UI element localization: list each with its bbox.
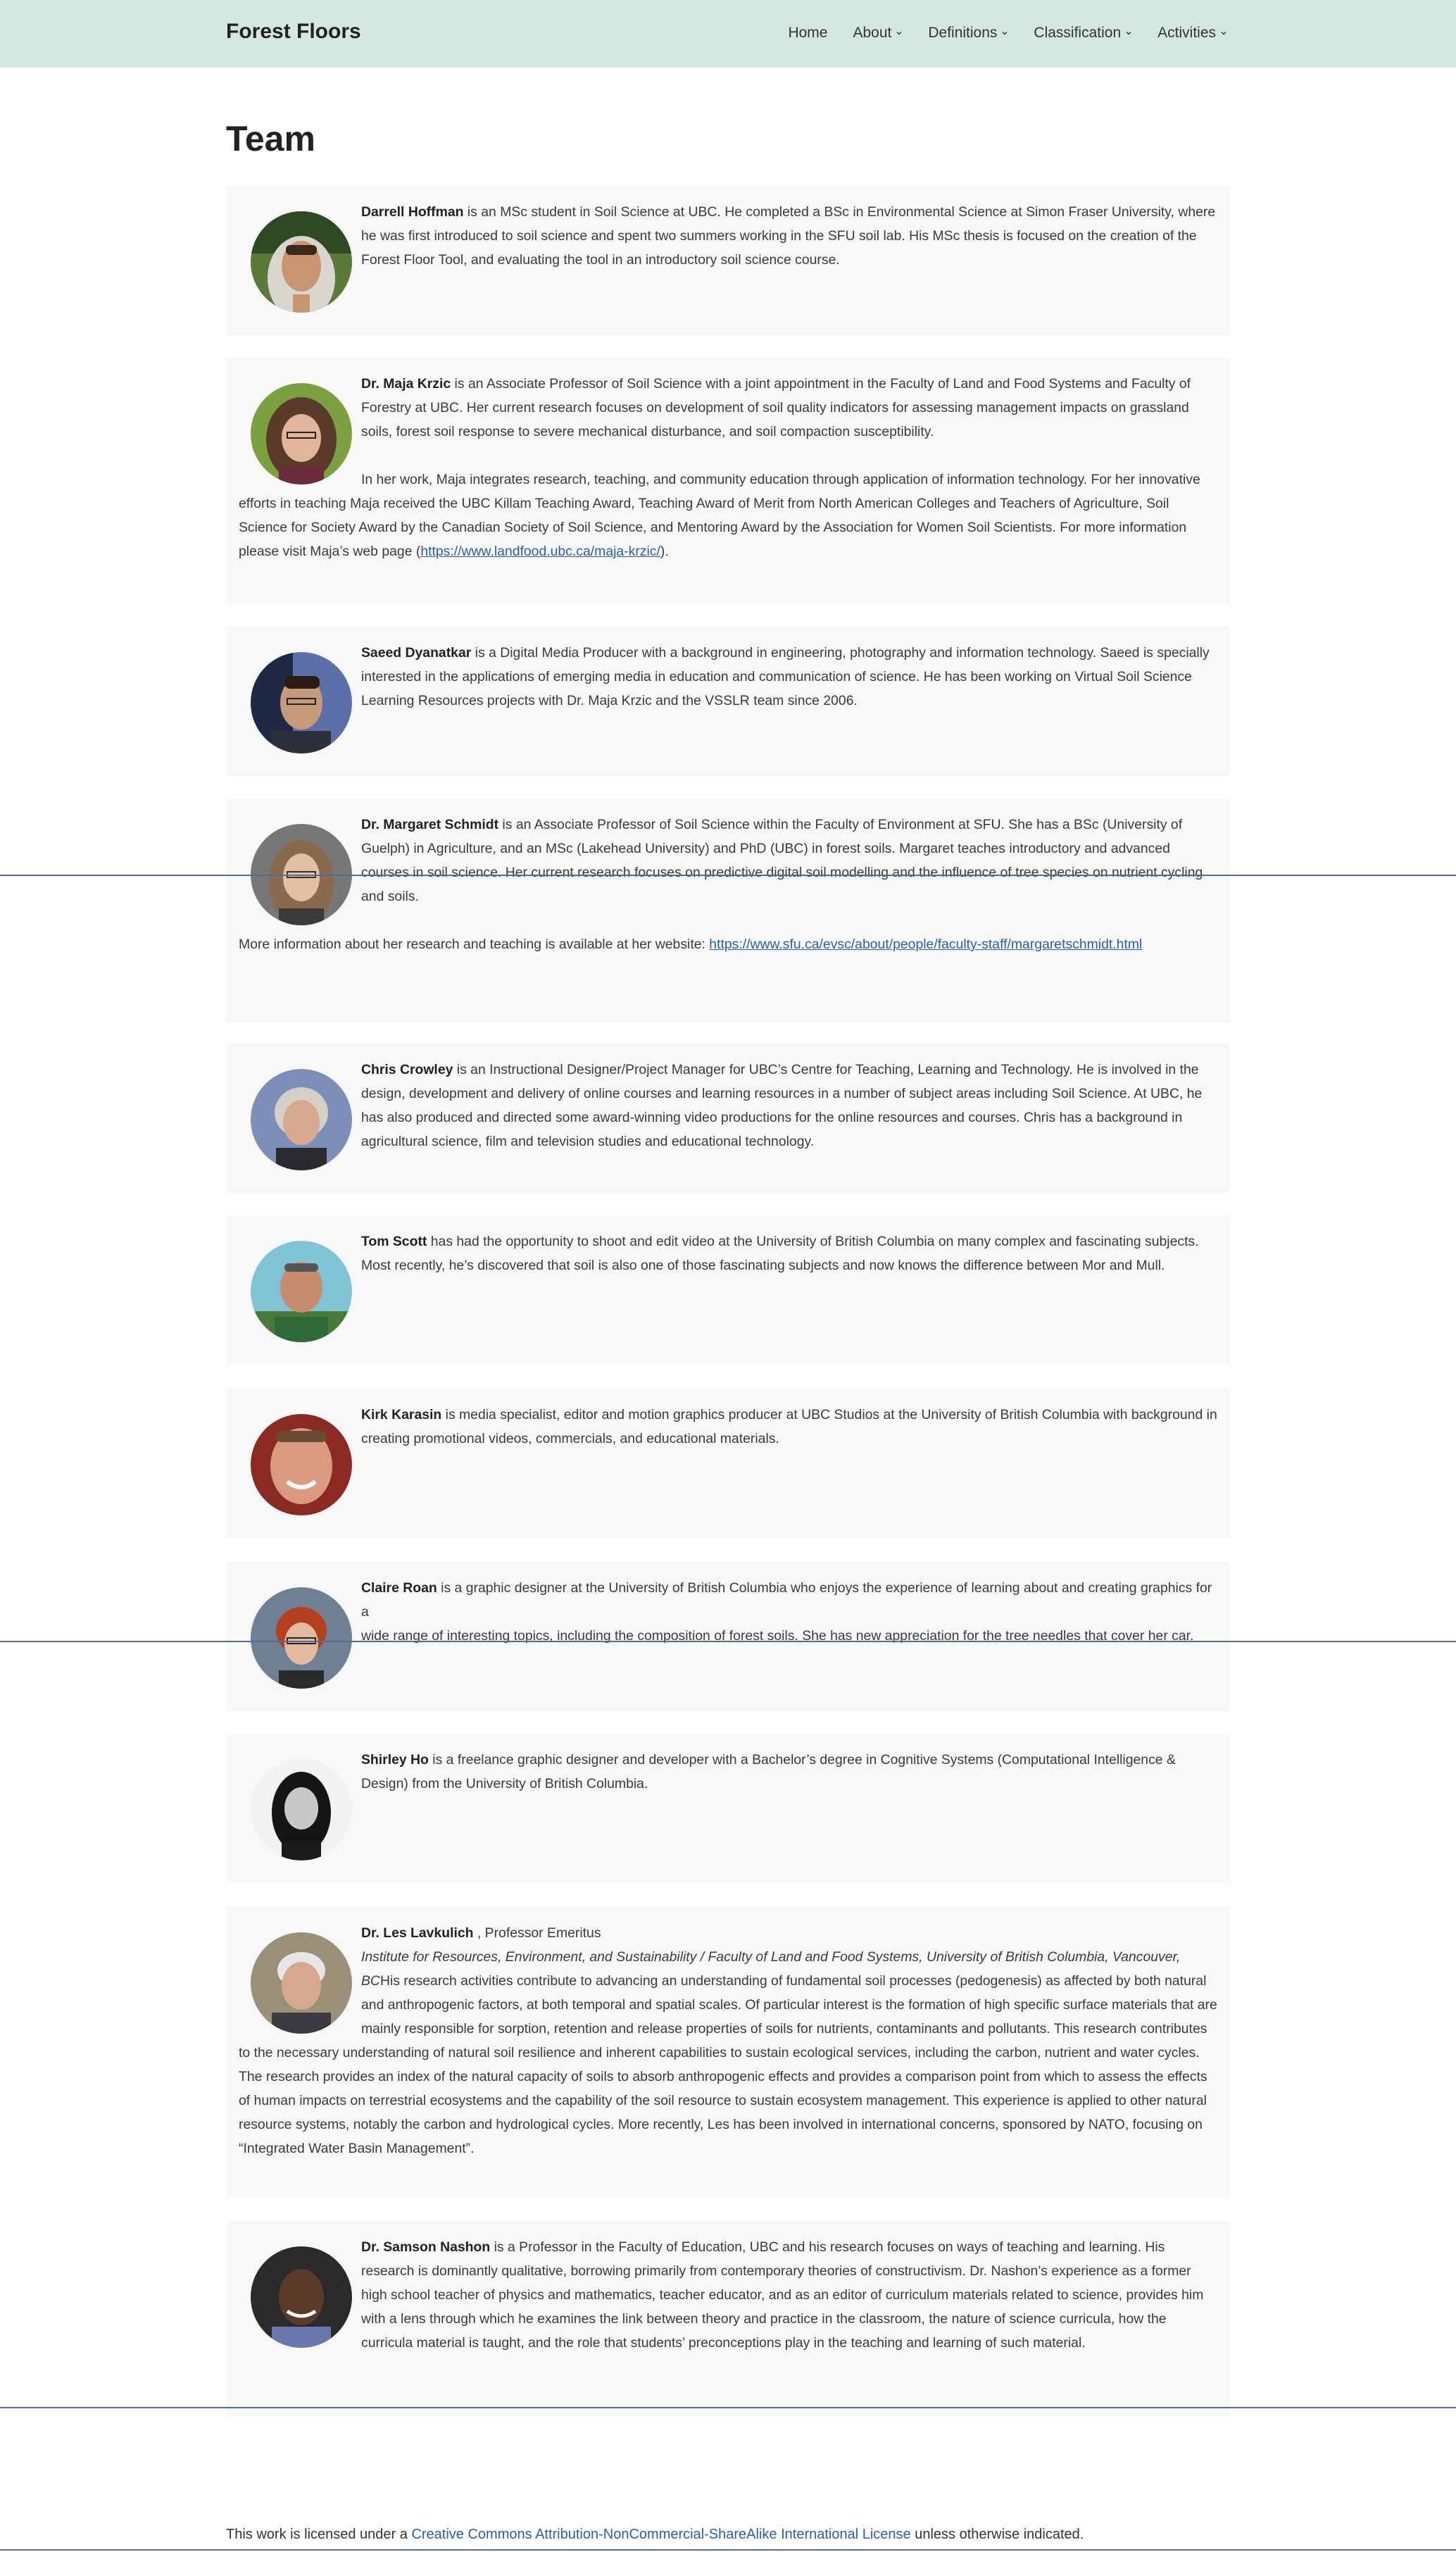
member-bio-text: is a Professor in the Faculty of Educati… [361,2239,1204,2351]
divider-line [0,875,1456,876]
member-bio: Claire Roan is a graphic designer at the… [239,1576,1219,1682]
team-member-card: Dr. Les Lavkulich , Professor Emeritus In… [226,1907,1230,2197]
member-bio: Dr. Les Lavkulich , Professor Emeritus In… [239,1921,1219,2160]
site-title[interactable]: Forest Floors [226,20,361,44]
member-bio-text: is an Instructional Designer/Project Man… [361,1062,1203,1149]
member-bio: Tom Scott has had the opportunity to sho… [239,1230,1219,1335]
nav-about-label: About [853,25,892,41]
member-bio-text: is an Associate Professor of Soil Scienc… [361,376,1191,439]
team-member-card: Dr. Margaret Schmidt is an Associate Pro… [226,799,1230,1022]
main-nav: Home About Definitions Classification Ac… [788,25,1227,42]
member-name: Dr. Margaret Schmidt [361,817,499,832]
member-bio-text: is an MSc student in Soil Science at UBC… [361,204,1216,268]
member-name: Claire Roan [361,1580,437,1596]
member-bio-text: His research activities contribute to ad… [239,1973,1217,2156]
member-bio: Dr. Margaret Schmidt is an Associate Pro… [239,813,1219,956]
nav-activities-label: Activities [1157,25,1216,41]
team-member-card: Tom Scott has had the opportunity to sho… [226,1215,1230,1365]
member-bio-text-2: More information about her research and … [239,937,710,952]
nav-classification[interactable]: Classification [1034,25,1132,42]
site-header: Forest Floors Home About Definitions Cla… [0,0,1456,68]
nav-classification-label: Classification [1034,25,1122,41]
member-title: , Professor Emeritus [473,1925,601,1941]
member-name: Dr. Maja Krzic [361,376,451,392]
member-web-link[interactable]: https://www.sfu.ca/evsc/about/people/fac… [709,937,1142,952]
member-bio: Kirk Karasin is media specialist, editor… [239,1403,1219,1508]
member-bio: Darrell Hoffman is an MSc student in Soi… [239,200,1219,306]
team-member-card: Saeed Dyanatkar is a Digital Media Produ… [226,627,1230,776]
member-bio-text: is media specialist, editor and motion g… [361,1407,1217,1446]
member-web-link[interactable]: https://www.landfood.ubc.ca/maja-krzic/ [420,544,660,559]
member-bio: Shirley Ho is a freelance graphic design… [239,1748,1219,1853]
nav-definitions[interactable]: Definitions [928,25,1008,42]
page-title: Team [226,119,315,158]
nav-definitions-label: Definitions [928,25,998,41]
team-member-card: Dr. Samson Nashon is a Professor in the … [226,2221,1230,2417]
member-bio-text: is a graphic designer at the University … [361,1580,1212,1620]
team-member-card: Darrell Hoffman is an MSc student in Soi… [226,186,1230,335]
member-bio-text: has had the opportunity to shoot and edi… [361,1234,1199,1273]
footer-prefix: This work is licensed under a [226,2527,412,2542]
nav-home-label: Home [788,25,828,41]
member-bio: Chris Crowley is an Instructional Design… [239,1058,1219,1163]
nav-home[interactable]: Home [788,25,827,42]
divider-line [0,1641,1456,1642]
footer-suffix: unless otherwise indicated. [910,2527,1084,2542]
chevron-down-icon [1221,32,1226,35]
member-name: Dr. Les Lavkulich [361,1925,474,1941]
chevron-down-icon [1126,32,1131,35]
chevron-down-icon [896,32,902,35]
member-bio-text: is a freelance graphic designer and deve… [361,1752,1176,1791]
member-name: Kirk Karasin [361,1407,442,1422]
member-name: Chris Crowley [361,1062,453,1077]
nav-activities[interactable]: Activities [1157,25,1227,42]
member-name: Tom Scott [361,1234,427,1249]
team-member-card: Kirk Karasin is media specialist, editor… [226,1389,1230,1538]
member-bio-text-2: In her work, Maja integrates research, t… [239,472,1200,559]
member-name: Dr. Samson Nashon [361,2239,491,2255]
member-bio: Dr. Maja Krzic is an Associate Professor… [239,372,1219,563]
chevron-down-icon [1002,32,1008,35]
license-link[interactable]: Creative Commons Attribution-NonCommerci… [411,2527,910,2542]
divider-line [0,2407,1456,2408]
member-name: Saeed Dyanatkar [361,645,472,661]
member-name: Shirley Ho [361,1752,429,1768]
member-name: Darrell Hoffman [361,204,464,220]
member-bio: Saeed Dyanatkar is a Digital Media Produ… [239,641,1219,746]
team-member-card: Claire Roan is a graphic designer at the… [226,1562,1230,1711]
team-member-card: Chris Crowley is an Instructional Design… [226,1044,1230,1193]
member-bio-text: is a Digital Media Producer with a backg… [361,645,1210,708]
divider-line [0,2549,1456,2551]
team-member-card: Dr. Maja Krzic is an Associate Professor… [226,358,1230,604]
member-bio: Dr. Samson Nashon is a Professor in the … [239,2235,1219,2355]
nav-about[interactable]: About [853,25,903,42]
license-footer: This work is licensed under a Creative C… [226,2527,1084,2543]
team-member-card: Shirley Ho is a freelance graphic design… [226,1734,1230,1883]
member-bio-text-2-end: ). [660,544,669,559]
